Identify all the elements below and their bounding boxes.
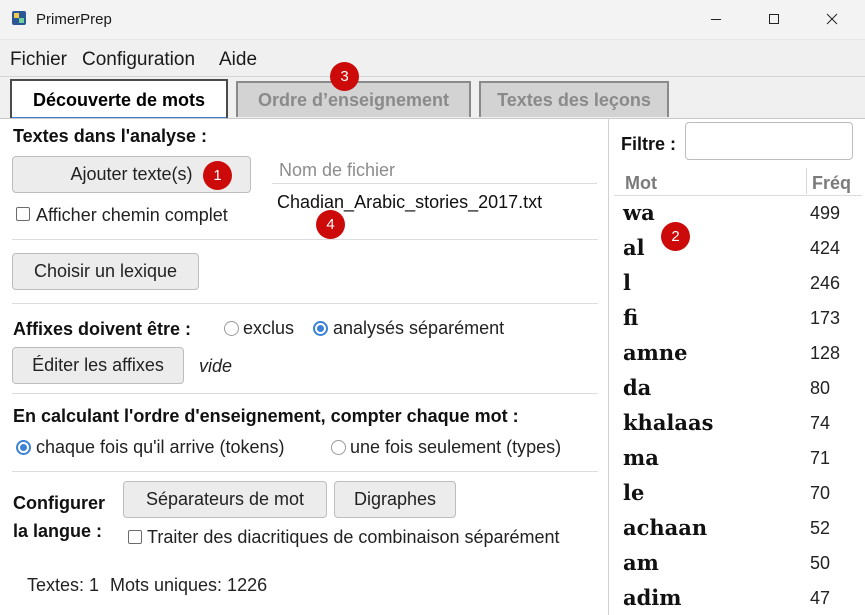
- frequency-cell: 80: [810, 378, 831, 398]
- word-cell: adim: [623, 585, 682, 610]
- callout-badge: 1: [203, 161, 232, 190]
- language-label-line1: Configurer: [13, 493, 105, 513]
- word-cell: le: [623, 480, 645, 505]
- word-separators-button[interactable]: Séparateurs de mot: [123, 481, 327, 518]
- texts-heading: Textes dans l'analyse :: [13, 126, 208, 146]
- word-cell: ma: [623, 445, 659, 470]
- affixes-separate-label: analysés séparément: [333, 318, 505, 338]
- word-list-row[interactable]: al 424: [614, 232, 862, 267]
- filter-input[interactable]: [685, 122, 853, 160]
- show-full-path-label: Afficher chemin complet: [36, 205, 228, 225]
- callout-badge: 4: [316, 210, 345, 239]
- word-cell: l: [623, 270, 631, 295]
- word-list-row[interactable]: khalaas 74: [614, 407, 862, 442]
- section-divider: [12, 239, 598, 240]
- column-separator: [806, 168, 807, 194]
- word-list-row[interactable]: am 50: [614, 547, 862, 582]
- title-bar: PrimerPrep: [0, 0, 865, 40]
- window-title: PrimerPrep: [36, 11, 112, 28]
- frequency-cell: 173: [810, 308, 841, 328]
- menu-fichier[interactable]: Fichier: [10, 49, 67, 71]
- digraphs-button[interactable]: Digraphes: [334, 481, 456, 518]
- callout-badge: 2: [661, 222, 690, 251]
- frequency-cell: 50: [810, 553, 831, 573]
- choose-lexicon-button[interactable]: Choisir un lexique: [12, 253, 199, 290]
- column-header-word[interactable]: Mot: [625, 173, 657, 194]
- section-divider: [12, 393, 598, 394]
- word-cell: am: [623, 550, 659, 575]
- word-list-row[interactable]: le 70: [614, 477, 862, 512]
- menu-configuration[interactable]: Configuration: [82, 49, 195, 71]
- count-tokens-radio[interactable]: [16, 440, 31, 455]
- word-cell: khalaas: [623, 410, 714, 435]
- frequency-cell: 52: [810, 518, 831, 538]
- word-list-row[interactable]: achaan 52: [614, 512, 862, 547]
- edit-affixes-button[interactable]: Éditer les affixes: [12, 347, 184, 384]
- frequency-cell: 74: [810, 413, 831, 433]
- affixes-separate-radio[interactable]: [313, 321, 328, 336]
- callout-badge: 3: [330, 62, 359, 91]
- affixes-excluded-label: exclus: [243, 318, 295, 338]
- maximize-icon[interactable]: [751, 0, 797, 38]
- word-list-row[interactable]: amne 128: [614, 337, 862, 372]
- tab-decouverte-de-mots[interactable]: Découverte de mots: [10, 79, 228, 121]
- frequency-cell: 128: [810, 343, 841, 363]
- word-list-row[interactable]: l 246: [614, 267, 862, 302]
- status-texts-count: Textes: 1: [27, 575, 100, 595]
- show-full-path-checkbox[interactable]: [16, 207, 30, 221]
- affixes-label: Affixes doivent être :: [13, 319, 192, 339]
- word-cell: al: [623, 235, 645, 260]
- word-cell: fi: [623, 305, 639, 330]
- word-list-row[interactable]: adim 47: [614, 582, 862, 615]
- menu-bar: Fichier Configuration Aide: [0, 40, 865, 76]
- column-header-freq[interactable]: Fréq: [812, 173, 851, 194]
- panel-divider: [608, 118, 609, 615]
- word-list-row[interactable]: da 80: [614, 372, 862, 407]
- language-label-line2: la langue :: [13, 521, 103, 541]
- file-list-item[interactable]: Chadian_Arabic_stories_2017.txt: [277, 192, 542, 213]
- filter-label: Filtre :: [621, 134, 677, 154]
- diacritics-label: Traiter des diacritiques de combinaison …: [147, 527, 560, 547]
- count-types-radio[interactable]: [331, 440, 346, 455]
- frequency-cell: 424: [810, 238, 841, 258]
- count-tokens-label: chaque fois qu'il arrive (tokens): [36, 437, 285, 457]
- app-icon: [11, 10, 27, 26]
- counting-label: En calculant l'ordre d'enseignement, com…: [13, 406, 519, 426]
- word-cell: da: [623, 375, 652, 400]
- diacritics-checkbox[interactable]: [128, 530, 142, 544]
- close-icon[interactable]: [809, 0, 855, 38]
- word-cell: amne: [623, 340, 688, 365]
- frequency-cell: 47: [810, 588, 831, 608]
- word-list-row[interactable]: wa 499: [614, 197, 862, 232]
- status-unique-words: Mots uniques: 1226: [110, 575, 268, 595]
- tab-textes-des-lecons[interactable]: Textes des leçons: [479, 81, 669, 117]
- affixes-status: vide: [199, 356, 233, 376]
- frequency-cell: 71: [810, 448, 831, 468]
- affixes-excluded-radio[interactable]: [224, 321, 239, 336]
- section-divider: [12, 471, 598, 472]
- filename-column-header: Nom de fichier: [279, 160, 396, 180]
- word-cell: achaan: [623, 515, 708, 540]
- section-divider: [12, 303, 598, 304]
- word-list-row[interactable]: fi 173: [614, 302, 862, 337]
- frequency-cell: 70: [810, 483, 831, 503]
- frequency-cell: 499: [810, 203, 841, 223]
- tab-strip: Découverte de mots Ordre d’enseignement …: [0, 76, 865, 121]
- frequency-cell: 246: [810, 273, 841, 293]
- minimize-icon[interactable]: [693, 0, 739, 38]
- filename-header-divider: [272, 183, 597, 184]
- menu-aide[interactable]: Aide: [219, 49, 257, 71]
- word-list-header-divider: [614, 195, 862, 196]
- word-list-row[interactable]: ma 71: [614, 442, 862, 477]
- word-cell: wa: [623, 200, 655, 225]
- count-types-label: une fois seulement (types): [350, 437, 562, 457]
